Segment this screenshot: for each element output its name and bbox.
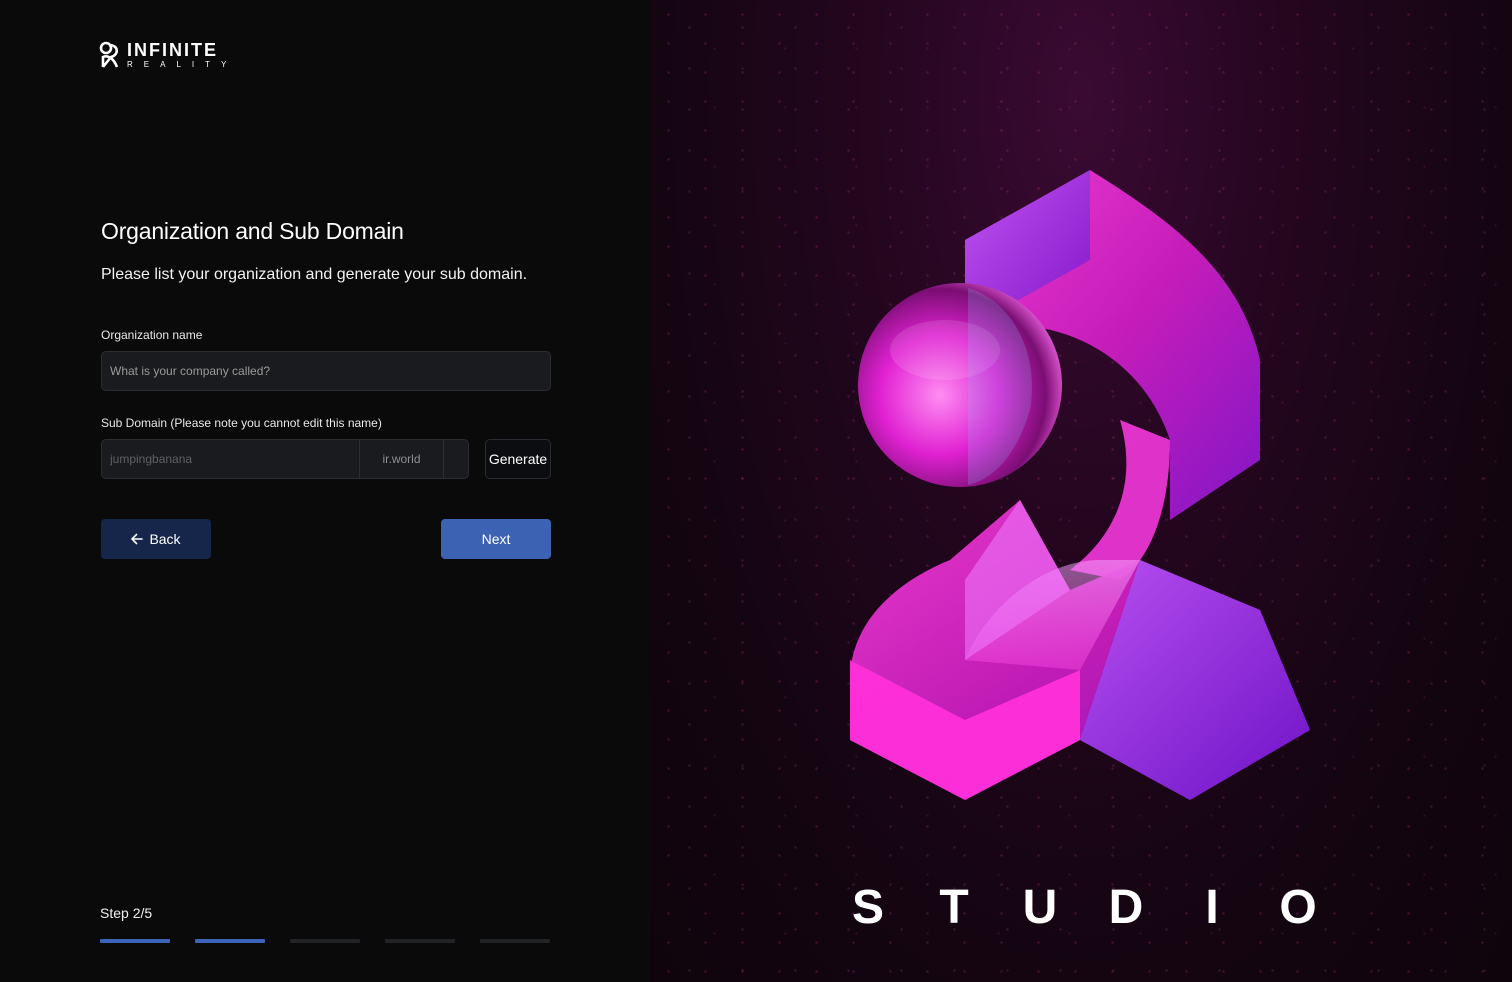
step-progress-bar (100, 939, 550, 943)
organization-name-input[interactable] (101, 351, 551, 391)
organization-name-label: Organization name (101, 328, 203, 342)
arrow-left-icon (131, 533, 144, 545)
step-indicator: Step 2/5 (100, 905, 153, 921)
subdomain-suffix: ir.world (359, 440, 444, 478)
back-button-label: Back (149, 531, 181, 547)
progress-segment (195, 939, 265, 943)
studio-letter: U (1022, 881, 1058, 934)
subdomain-label: Sub Domain (Please note you cannot edit … (101, 416, 382, 430)
studio-wordmark: S T U D I O (848, 880, 1318, 935)
studio-letter: D (1108, 881, 1144, 934)
logo-text: INFINITE REALITY (127, 41, 237, 69)
page-subtitle: Please list your organization and genera… (101, 266, 528, 283)
subdomain-tail (444, 440, 468, 478)
logo-wordmark: INFINITE (127, 40, 218, 60)
studio-letter: S (851, 881, 884, 934)
next-button[interactable]: Next (441, 519, 551, 559)
page-title: Organization and Sub Domain (101, 218, 404, 244)
back-button[interactable]: Back (101, 519, 211, 559)
logo-subword: REALITY (127, 60, 238, 69)
left-panel: INFINITE REALITY Organization and Sub Do… (0, 0, 650, 982)
subdomain-field-group: ir.world (101, 439, 469, 479)
studio-letter: T (939, 881, 969, 934)
studio-3d-logo-icon (850, 170, 1310, 800)
generate-button[interactable]: Generate (485, 439, 551, 479)
progress-segment (385, 939, 455, 943)
progress-segment (480, 939, 550, 943)
progress-segment (100, 939, 170, 943)
studio-letter: I (1205, 881, 1219, 934)
progress-segment (290, 939, 360, 943)
studio-letter: O (1279, 881, 1317, 934)
brand-logo: INFINITE REALITY (99, 40, 237, 70)
infinite-reality-logo-icon (99, 41, 119, 68)
subdomain-input[interactable] (102, 440, 359, 478)
